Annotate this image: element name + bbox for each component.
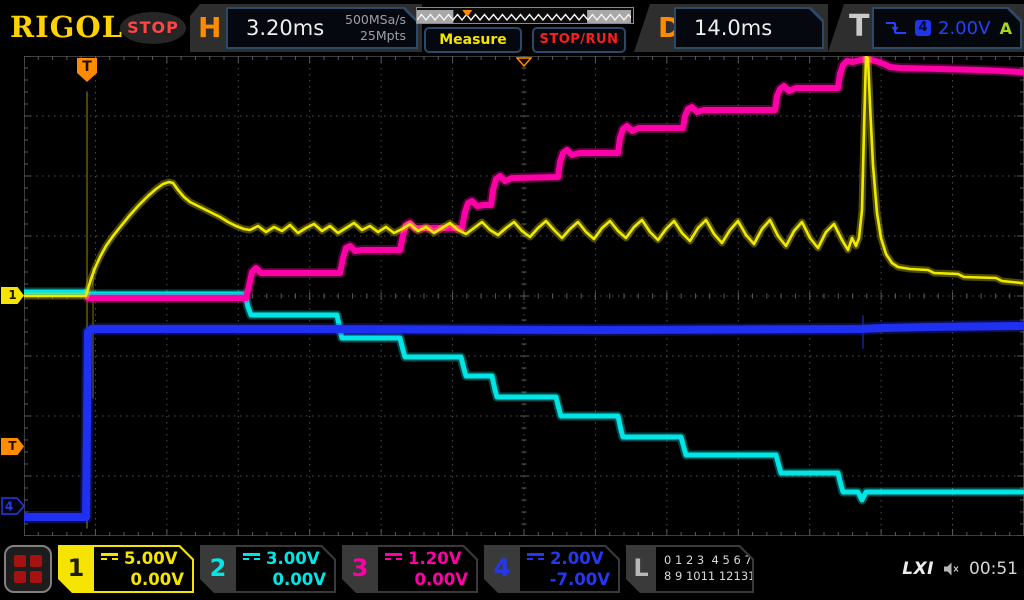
memory-depth: 25Mpts: [359, 28, 406, 43]
channel2-offset: 0.00V: [272, 570, 326, 589]
channel3-scale: 1.20V: [408, 549, 462, 568]
timebase-panel[interactable]: 3.20ms 500MSa/s 25Mpts: [226, 7, 418, 49]
channel4-badge[interactable]: 4 2.00V -7.00V: [484, 545, 620, 593]
horizontal-settings-panel[interactable]: H 3.20ms 500MSa/s 25Mpts: [190, 4, 422, 52]
sample-rate-memdepth: 500MSa/s 25Mpts: [345, 12, 406, 44]
channel1-scale: 5.00V: [124, 549, 178, 568]
muted-speaker-icon[interactable]: [943, 562, 960, 576]
trigger-settings-panel[interactable]: T 4 2.00V A: [828, 4, 1024, 52]
waveform-display: [24, 56, 1024, 536]
dc-coupling-icon: [243, 553, 260, 565]
ch4-zero-marker[interactable]: 4: [1, 497, 25, 515]
channel1-number: 1: [67, 554, 85, 582]
channel1-offset: 0.00V: [130, 570, 184, 589]
channel4-scale: 2.00V: [550, 549, 604, 568]
trigger-panel[interactable]: 4 2.00V A: [872, 7, 1022, 49]
lxi-logo: LXI: [902, 559, 934, 579]
dc-coupling-icon: [527, 553, 544, 565]
timebase-value: 3.20ms: [246, 16, 325, 40]
channel1-badge[interactable]: 1 5.00V 0.00V: [58, 545, 194, 593]
status-cluster: LXI 00:51: [902, 545, 1018, 593]
measure-button[interactable]: Measure: [424, 27, 522, 53]
oscilloscope-screen: RIGOL STOP H 3.20ms 500MSa/s 25Mpts Meas…: [0, 0, 1024, 600]
horizontal-label: H: [198, 11, 222, 44]
trigger-level-marker[interactable]: T: [1, 438, 24, 455]
trigger-label: T: [849, 9, 870, 44]
delay-settings-panel[interactable]: D 14.0ms: [634, 4, 828, 52]
channel3-offset: 0.00V: [414, 570, 468, 589]
acquisition-state-badge: STOP: [120, 12, 186, 44]
trigger-level-value: 2.00V: [938, 17, 991, 39]
channel2-scale: 3.00V: [266, 549, 320, 568]
channel4-offset: -7.00V: [549, 570, 610, 589]
ch1-zero-marker[interactable]: 1: [1, 287, 24, 304]
channel2-badge[interactable]: 2 3.00V 0.00V: [200, 545, 336, 593]
channel4-number: 4: [493, 554, 511, 582]
channel2-number: 2: [209, 554, 227, 582]
trigger-source-badge: 4: [915, 20, 931, 36]
trigger-mode: A: [999, 18, 1012, 38]
delay-position-marker[interactable]: [516, 57, 532, 67]
logic-digits-row1: 0 1 2 3 4 5 6 7: [664, 553, 752, 567]
falling-edge-icon: [884, 20, 908, 36]
overview-trigger-marker: [462, 10, 473, 17]
logic-digits-row2: 8 9 1011 12131415: [664, 569, 778, 583]
menu-grid-icon: [14, 555, 42, 583]
sample-rate: 500MSa/s: [345, 12, 406, 27]
menu-button[interactable]: [4, 545, 52, 593]
rigol-logo: RIGOL: [10, 10, 124, 44]
waveform-overview-strip[interactable]: [416, 7, 634, 24]
channel3-number: 3: [351, 554, 369, 582]
delay-panel[interactable]: 14.0ms: [674, 7, 824, 49]
top-status-bar: RIGOL STOP H 3.20ms 500MSa/s 25Mpts Meas…: [0, 0, 1024, 56]
bottom-status-bar: 1 5.00V 0.00V 2 3.00V 0.00V 3 1.20V 0.00…: [0, 540, 1024, 600]
channel3-badge[interactable]: 3 1.20V 0.00V: [342, 545, 478, 593]
svg-text:4: 4: [5, 500, 13, 514]
clock: 00:51: [969, 559, 1018, 579]
dc-coupling-icon: [385, 553, 402, 565]
logic-channels-badge[interactable]: L 0 1 2 3 4 5 6 7 8 9 1011 12131415: [626, 545, 754, 593]
waveform-overview-zigzag: [416, 10, 634, 23]
stop-run-button[interactable]: STOP/RUN: [532, 27, 626, 53]
ch3-trace: [85, 56, 1024, 301]
dc-coupling-icon: [101, 553, 118, 565]
logic-label: L: [633, 554, 649, 582]
delay-value: 14.0ms: [694, 16, 773, 40]
